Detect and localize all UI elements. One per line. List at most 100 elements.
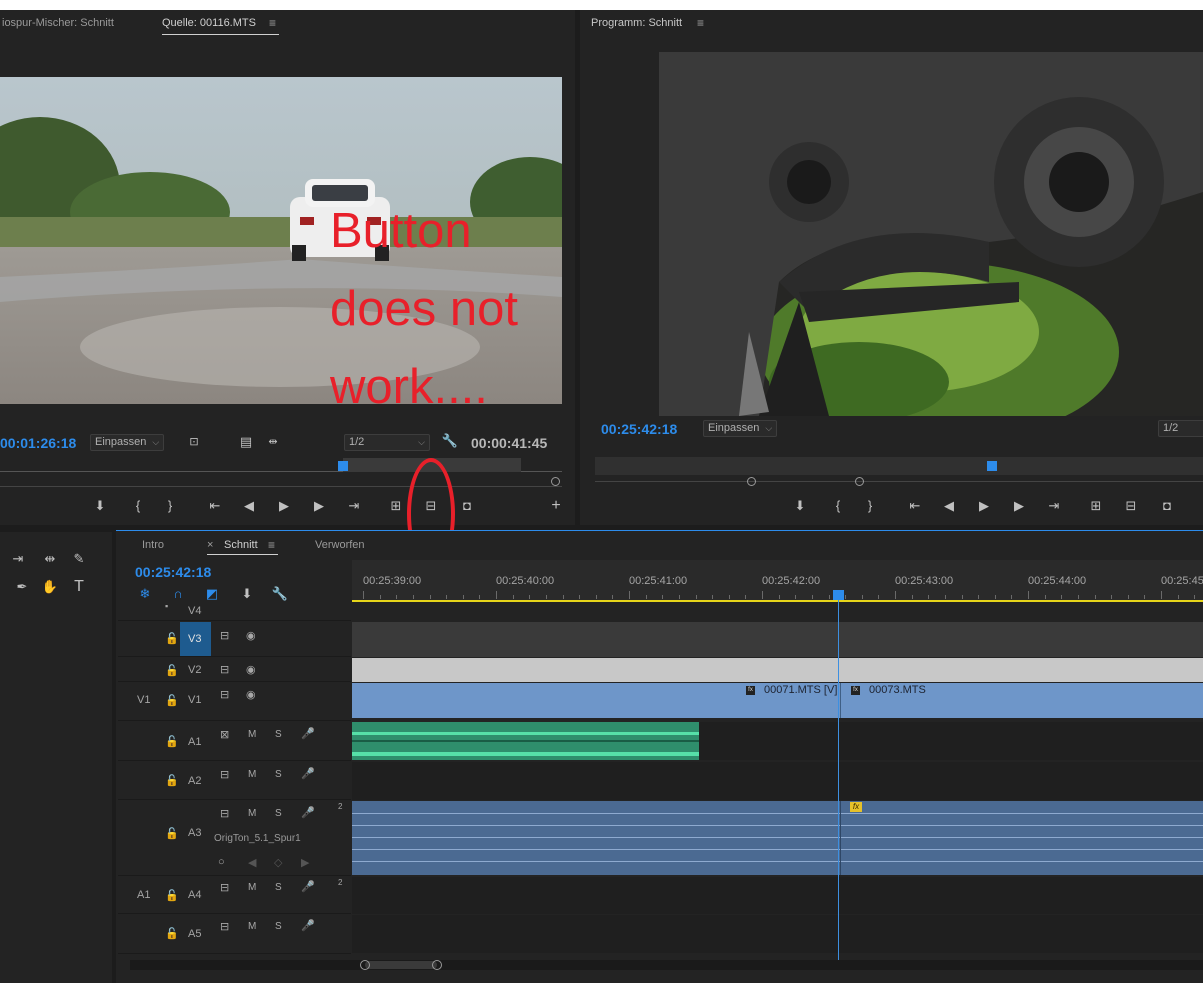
drag-video-icon[interactable]: ▤ xyxy=(236,434,256,450)
tab-intro[interactable]: Intro xyxy=(142,539,164,551)
source-scroll-track[interactable] xyxy=(0,486,562,487)
camera-icon[interactable]: ◘ xyxy=(1157,498,1177,514)
lock-icon[interactable]: 🔓 xyxy=(165,827,179,840)
source-mini-ruler[interactable] xyxy=(0,458,562,476)
source-resolution-dropdown[interactable]: 1/2 ⌵ xyxy=(344,434,430,451)
lock-icon[interactable]: 🔓 xyxy=(165,889,179,902)
mute-button[interactable]: M xyxy=(248,808,256,819)
insert-icon[interactable]: ⊞ xyxy=(386,498,406,514)
play-icon[interactable]: ▶ xyxy=(974,498,994,514)
lock-icon[interactable]: 🔓 xyxy=(165,927,179,940)
sync-lock-icon[interactable]: ⊟ xyxy=(220,768,229,781)
track-name[interactable]: OrigTon_5.1_Spur1 xyxy=(214,833,301,844)
work-area-bar[interactable] xyxy=(352,600,1203,602)
source-timecode-in[interactable]: 00:01:26:18 xyxy=(0,435,76,451)
sync-lock-icon[interactable]: ⊟ xyxy=(220,688,229,701)
track-v2-area[interactable] xyxy=(352,658,1203,682)
step-back-icon[interactable]: ◀ xyxy=(239,498,259,514)
scroll-handle-left-icon[interactable] xyxy=(360,960,370,970)
mic-icon[interactable]: 🎤 xyxy=(301,806,315,819)
tab-audio-mixer[interactable]: iospur-Mischer: Schnitt xyxy=(2,17,114,29)
nest-icon[interactable]: ❄ xyxy=(135,586,155,602)
lock-icon[interactable]: 🔓 xyxy=(165,694,179,707)
mute-button[interactable]: M xyxy=(248,729,256,740)
track-v4-area[interactable] xyxy=(352,604,1203,621)
track-a3-area[interactable] xyxy=(352,801,1203,875)
panel-menu-icon[interactable]: ≡ xyxy=(697,16,704,30)
lock-icon[interactable]: 🔓 xyxy=(165,664,179,677)
next-keyframe-icon[interactable]: ▶ xyxy=(301,856,309,869)
source-fit-dropdown[interactable]: Einpassen ⌵ xyxy=(90,434,165,451)
tab-program[interactable]: Programm: Schnitt xyxy=(591,17,682,29)
program-fit-dropdown[interactable]: Einpassen ⌵ xyxy=(703,420,778,437)
program-scroll-track[interactable] xyxy=(595,481,1203,482)
timeline-scrollbar[interactable] xyxy=(130,960,1203,970)
prev-keyframe-icon[interactable]: ◀ xyxy=(248,856,256,869)
solo-button[interactable]: S xyxy=(275,769,282,780)
wrench-icon[interactable]: 🔧 xyxy=(440,433,460,449)
volume-knob-icon[interactable]: ○ xyxy=(218,856,225,868)
go-to-in-icon[interactable]: ⇤ xyxy=(205,498,225,514)
source-track-label[interactable]: A1 xyxy=(137,889,150,901)
timeline-ruler[interactable]: 00:25:39:00 00:25:40:00 00:25:41:00 00:2… xyxy=(352,560,1203,602)
play-icon[interactable]: ▶ xyxy=(274,498,294,514)
snap-magnet-icon[interactable]: ∩ xyxy=(168,586,188,602)
solo-button[interactable]: S xyxy=(275,808,282,819)
track-v3-area[interactable] xyxy=(352,622,1203,657)
audio-clip-a1[interactable] xyxy=(352,722,699,760)
go-to-out-icon[interactable]: ⇥ xyxy=(344,498,364,514)
panel-menu-icon[interactable]: ≡ xyxy=(269,16,276,30)
mic-icon[interactable]: 🎤 xyxy=(301,767,315,780)
razor-icon[interactable]: ✎ xyxy=(69,551,89,567)
scroll-handle-icon[interactable] xyxy=(551,477,560,486)
mute-button[interactable]: M xyxy=(248,921,256,932)
program-playhead[interactable] xyxy=(987,461,997,471)
camera-icon[interactable]: ◘ xyxy=(457,498,477,514)
drop-frame-icon[interactable]: ⊡ xyxy=(184,434,204,450)
hand-icon[interactable]: ✋ xyxy=(40,579,60,595)
mark-out-icon[interactable]: } xyxy=(160,498,180,514)
add-button-icon[interactable]: + xyxy=(546,498,566,514)
clip-label[interactable]: 00073.MTS xyxy=(869,684,926,696)
mute-button[interactable]: M xyxy=(248,769,256,780)
sync-lock-off-icon[interactable]: ⊠ xyxy=(220,728,229,741)
scrollbar-thumb[interactable] xyxy=(365,961,437,969)
eye-icon[interactable]: ◉ xyxy=(246,629,256,642)
fx-badge-icon[interactable]: fx xyxy=(850,802,862,812)
ripple-edit-icon[interactable]: ⇹ xyxy=(40,551,60,567)
track-a5-area[interactable] xyxy=(352,915,1203,953)
timeline-timecode[interactable]: 00:25:42:18 xyxy=(135,564,211,580)
clip-label[interactable]: 00071.MTS [V] xyxy=(764,684,837,696)
tab-schnitt[interactable]: Schnitt xyxy=(224,539,258,551)
solo-button[interactable]: S xyxy=(275,729,282,740)
timeline-playhead-head[interactable] xyxy=(833,590,844,600)
lift-icon[interactable]: ⊞ xyxy=(1086,498,1106,514)
step-forward-icon[interactable]: ▶ xyxy=(309,498,329,514)
program-mini-ruler[interactable] xyxy=(595,457,1203,475)
mic-icon[interactable]: 🎤 xyxy=(301,880,315,893)
track-a4-area[interactable] xyxy=(352,877,1203,914)
track-select-icon[interactable]: ⇥ xyxy=(8,551,28,567)
lock-icon[interactable]: 🔓 xyxy=(165,774,179,787)
program-timecode[interactable]: 00:25:42:18 xyxy=(601,421,677,437)
mic-icon[interactable]: 🎤 xyxy=(301,727,315,740)
scroll-handle-left-icon[interactable] xyxy=(747,477,756,486)
marker-icon[interactable]: ⬇ xyxy=(90,498,110,514)
lock-icon[interactable]: 🔓 xyxy=(165,632,179,645)
solo-button[interactable]: S xyxy=(275,882,282,893)
go-to-out-icon[interactable]: ⇥ xyxy=(1044,498,1064,514)
go-to-in-icon[interactable]: ⇤ xyxy=(905,498,925,514)
sync-lock-icon[interactable]: ⊟ xyxy=(220,663,229,676)
drag-audio-icon[interactable]: ⇹ xyxy=(263,434,283,450)
mute-button[interactable]: M xyxy=(248,882,256,893)
tab-verworfen[interactable]: Verworfen xyxy=(315,539,365,551)
close-icon[interactable]: × xyxy=(207,539,213,551)
mark-out-icon[interactable]: } xyxy=(860,498,880,514)
linked-selection-icon[interactable]: ◩ xyxy=(202,586,222,602)
source-track-label[interactable]: V1 xyxy=(137,694,150,706)
marker-icon[interactable]: ⬇ xyxy=(790,498,810,514)
mark-in-icon[interactable]: { xyxy=(828,498,848,514)
lock-icon[interactable]: ▪ xyxy=(165,601,168,611)
type-tool-icon[interactable]: T xyxy=(69,579,89,595)
pen-icon[interactable]: ✒ xyxy=(12,579,32,595)
